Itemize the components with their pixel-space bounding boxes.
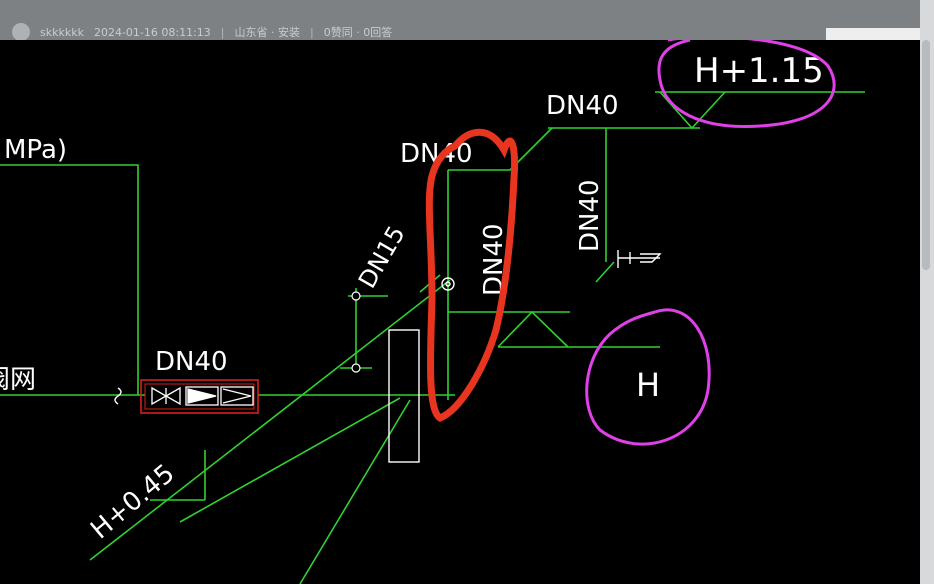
pipe-diagonal-long (89, 279, 451, 561)
pipe-size-label: DN40 (155, 347, 228, 377)
faucet-icon (617, 250, 662, 268)
post-location: 山东省 · 安装 (234, 26, 301, 39)
markup-annotations (585, 40, 836, 446)
user-avatar[interactable] (12, 23, 30, 41)
post-meta: skkkkkk 2024-01-16 08:11:13 | 山东省 · 安装 |… (12, 22, 392, 42)
cad-drawing-viewport: MPa) DN40 DN40 DN40 DN40 DN40 DN15 阀网 H+… (0, 40, 920, 584)
pipe-drop-diag (595, 261, 615, 283)
post-stats: 0赞同 · 0回答 (323, 26, 393, 39)
scrollbar[interactable] (922, 40, 930, 270)
elevation-triangle-mid (497, 310, 569, 348)
pipe-size-label: DN40 (575, 179, 605, 252)
meta-separator: | (220, 25, 225, 39)
pipe-size-label: DN40 (546, 91, 619, 121)
valve-assembly[interactable] (140, 379, 259, 414)
meta-separator: | (310, 25, 314, 39)
elevation-label: H+0.45 (85, 459, 180, 546)
elevation-label: H (636, 366, 660, 404)
cad-drawing: MPa) DN40 DN40 DN40 DN40 DN40 DN15 阀网 H+… (0, 40, 865, 584)
pressure-unit-label: MPa) (4, 135, 67, 165)
filter-icon (220, 386, 254, 406)
pipe-size-label: DN15 (353, 221, 411, 293)
post-timestamp: 2024-01-16 08:11:13 (93, 25, 211, 39)
fixture-label: 阀网 (0, 365, 36, 395)
pipe-diagonal-bottom (299, 399, 411, 584)
elevation-label: H+1.15 (694, 51, 824, 91)
username[interactable]: skkkkkk (40, 26, 84, 39)
pipe-break-icon (114, 387, 122, 405)
check-valve-icon (185, 386, 219, 406)
forum-header-bar: skkkkkk 2024-01-16 08:11:13 | 山东省 · 安装 |… (0, 0, 934, 42)
pipe-segment-left (0, 164, 139, 395)
gate-valve-icon (151, 386, 181, 406)
equipment-rect (388, 329, 420, 463)
elevation-triangle-icon (497, 91, 726, 348)
pipe-diagonal-short (179, 397, 401, 523)
